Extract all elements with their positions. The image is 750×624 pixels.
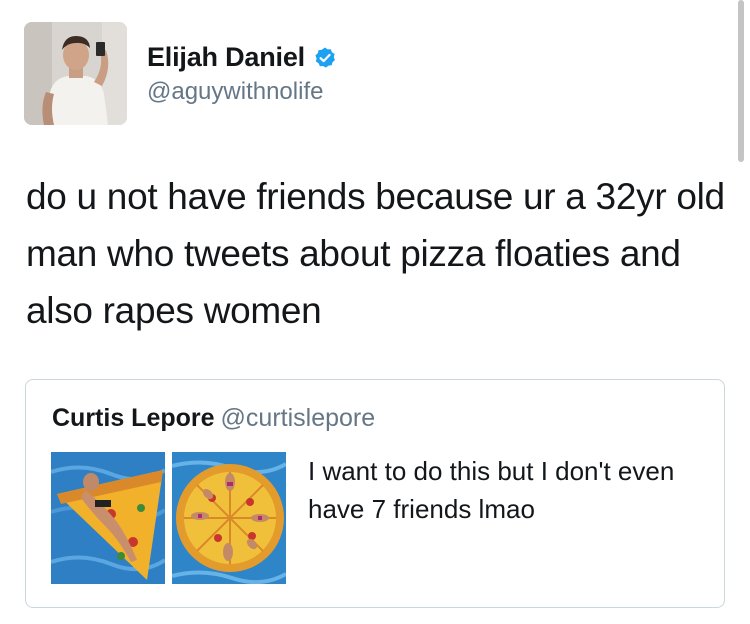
tweet-text: do u not have friends because ur a 32yr …	[26, 176, 725, 331]
author-handle[interactable]: @aguywithnolife	[147, 78, 323, 106]
quoted-author-name[interactable]: Curtis Lepore	[52, 404, 215, 432]
author-display-name[interactable]: Elijah Daniel	[147, 42, 337, 73]
quoted-tweet-header: Curtis Lepore @curtislepore	[52, 404, 375, 433]
pizza-float-group-photo[interactable]	[172, 452, 286, 584]
author-name-text[interactable]: Elijah Daniel	[147, 42, 305, 73]
quoted-author-handle[interactable]: @curtislepore	[221, 404, 376, 432]
avatar[interactable]	[24, 22, 127, 125]
quoted-tweet[interactable]: Curtis Lepore @curtislepore I want to do…	[25, 379, 725, 608]
scrollbar[interactable]	[738, 0, 744, 162]
tweet: Elijah Daniel @aguywithnolife do u not h…	[0, 0, 750, 624]
verified-badge-icon	[313, 46, 337, 70]
pizza-float-photo[interactable]	[51, 452, 165, 584]
quoted-tweet-text: I want to do this but I don't even have …	[308, 456, 675, 524]
